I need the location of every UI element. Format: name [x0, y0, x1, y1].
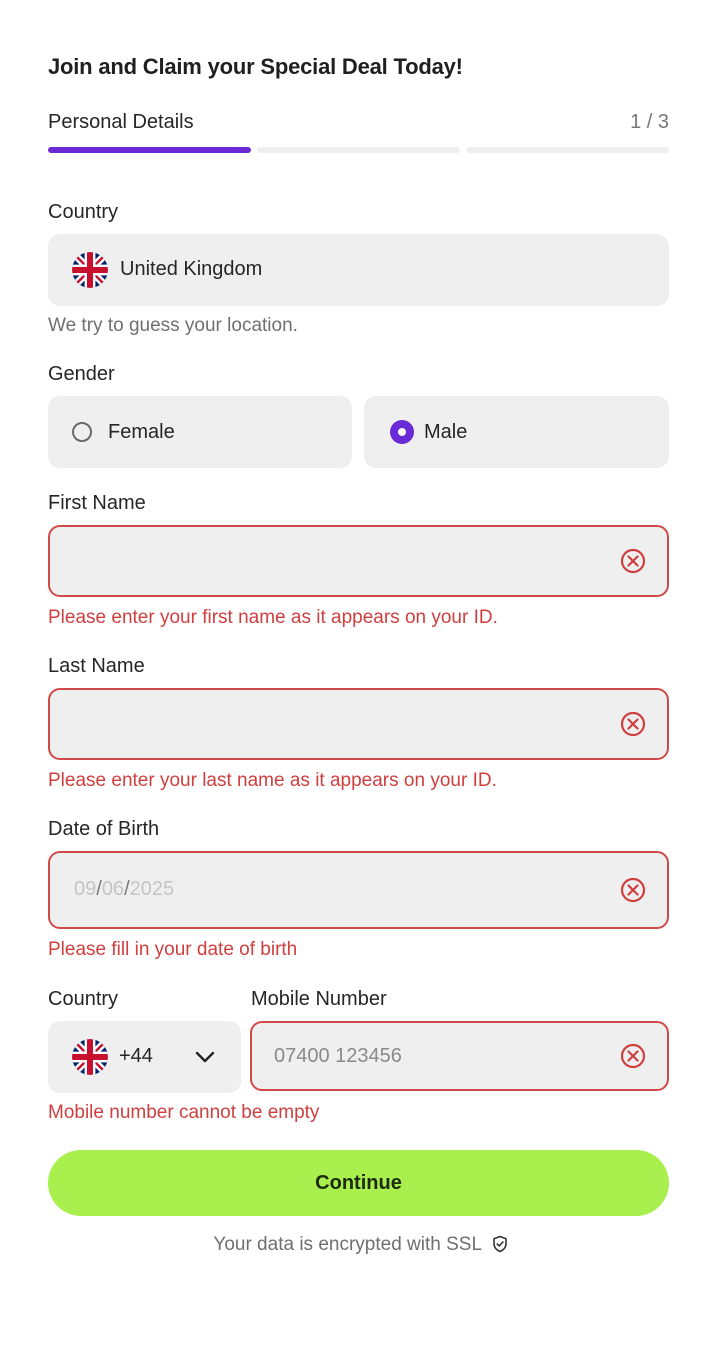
mobile-number-field[interactable]: 07400 123456: [250, 1021, 669, 1091]
error-icon[interactable]: [620, 877, 646, 903]
continue-button[interactable]: Continue: [48, 1150, 669, 1216]
male-radio[interactable]: [390, 420, 414, 444]
error-icon[interactable]: [620, 548, 646, 574]
female-radio[interactable]: [72, 422, 92, 442]
last-name-label: Last Name: [48, 655, 145, 677]
country-label: Country: [48, 201, 119, 223]
male-label: Male: [424, 421, 468, 443]
mobile-number-error: Mobile number cannot be empty: [48, 1102, 320, 1123]
progress-segment-3: [466, 147, 669, 153]
chevron-down-icon[interactable]: [193, 1045, 217, 1069]
ssl-text: Your data is encrypted with SSL: [213, 1234, 482, 1255]
dob-month[interactable]: 06: [102, 878, 124, 900]
dob-year[interactable]: 2025: [130, 878, 175, 900]
dob-error: Please fill in your date of birth: [48, 939, 298, 960]
country-hint: We try to guess your location.: [48, 315, 298, 336]
page-title: Join and Claim your Special Deal Today!: [48, 54, 463, 79]
country-select[interactable]: United Kingdom: [48, 234, 669, 306]
gender-option-female[interactable]: Female: [48, 396, 352, 468]
dob-inputs[interactable]: 09/06/2025: [74, 878, 174, 901]
error-icon[interactable]: [620, 1043, 646, 1069]
gender-option-male[interactable]: Male: [364, 396, 669, 468]
last-name-field[interactable]: [48, 688, 669, 760]
step-label: Personal Details: [48, 111, 194, 133]
ssl-notice: Your data is encrypted with SSL: [0, 1234, 722, 1256]
first-name-field[interactable]: [48, 525, 669, 597]
uk-flag-icon: [72, 252, 108, 288]
progress-bar: [48, 147, 669, 153]
shield-check-icon: [491, 1235, 509, 1253]
female-label: Female: [108, 421, 175, 443]
dob-field[interactable]: 09/06/2025: [48, 851, 669, 929]
error-icon[interactable]: [620, 711, 646, 737]
step-count: 1 / 3: [630, 111, 669, 133]
last-name-error: Please enter your last name as it appear…: [48, 770, 497, 791]
progress-segment-2: [257, 147, 460, 153]
dob-day[interactable]: 09: [74, 878, 96, 900]
uk-flag-icon: [72, 1039, 108, 1075]
step-indicator: Personal Details 1 / 3: [48, 111, 669, 139]
first-name-label: First Name: [48, 492, 146, 514]
phone-country-label: Country: [48, 988, 119, 1010]
progress-segment-1: [48, 147, 251, 153]
dial-code-value: +44: [119, 1045, 153, 1067]
first-name-error: Please enter your first name as it appea…: [48, 607, 498, 628]
mobile-number-label: Mobile Number: [251, 988, 387, 1010]
country-value: United Kingdom: [120, 258, 263, 280]
dial-code-select[interactable]: +44: [48, 1021, 241, 1093]
mobile-number-placeholder[interactable]: 07400 123456: [274, 1045, 402, 1068]
gender-label: Gender: [48, 363, 115, 385]
dob-label: Date of Birth: [48, 818, 160, 840]
